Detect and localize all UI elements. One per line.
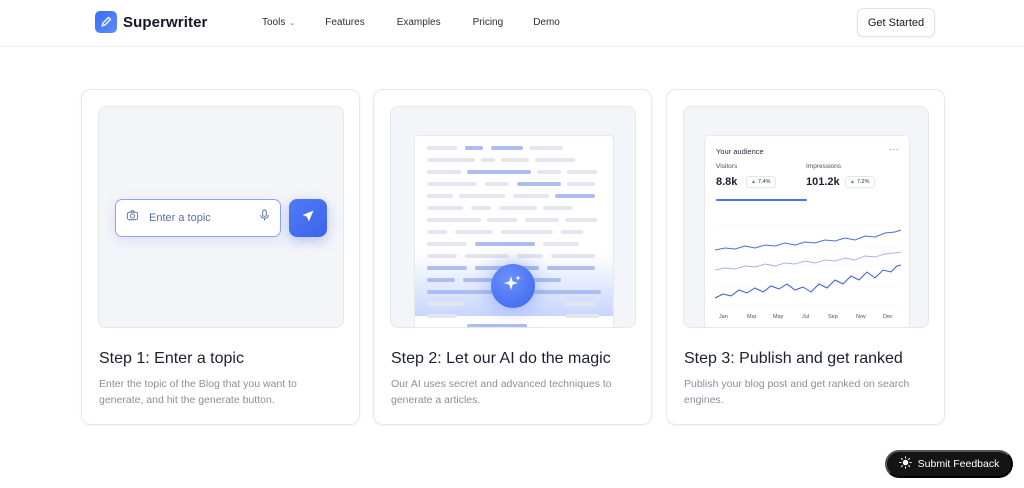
impressions-value: 101.2k	[806, 176, 840, 188]
step-card-1: Enter a topic Step 1: Enter a topic Ente…	[81, 89, 360, 425]
audience-panel: Your audience ··· Visitors 8.8k ▲ 7.4% I…	[704, 135, 910, 327]
sparkle-icon	[502, 273, 524, 300]
nav-examples[interactable]: Examples	[397, 17, 441, 28]
audience-title: Your audience	[716, 147, 764, 156]
trend-up-icon: ▲	[751, 179, 756, 185]
step-1-description: Enter the topic of the Blog that you wan…	[99, 378, 297, 406]
month-label: Sep	[828, 314, 838, 320]
nav-pricing[interactable]: Pricing	[473, 17, 504, 28]
audience-line-chart	[714, 225, 902, 307]
step-3-description: Publish your blog post and get ranked on…	[684, 378, 910, 406]
pen-icon	[95, 11, 117, 33]
chevron-down-icon: ⌄	[289, 19, 296, 27]
visitors-label: Visitors	[716, 163, 738, 170]
nav-tools-label: Tools	[262, 17, 286, 28]
month-label: Jan	[719, 314, 728, 320]
submit-feedback-button[interactable]: Submit Feedback	[885, 450, 1013, 478]
microphone-icon[interactable]	[259, 209, 270, 227]
impressions-change-badge: ▲ 7.2%	[845, 176, 875, 188]
visitors-change-badge: ▲ 7.4%	[746, 176, 776, 188]
lightbulb-icon	[898, 456, 912, 472]
more-options-icon[interactable]: ···	[890, 145, 900, 154]
impressions-label: Impressions	[806, 163, 842, 170]
nav-demo[interactable]: Demo	[533, 17, 560, 28]
brand-logo[interactable]: Superwriter	[95, 11, 207, 33]
month-label: May	[773, 314, 784, 320]
topic-placeholder: Enter a topic	[149, 212, 211, 224]
trend-up-icon: ▲	[850, 179, 855, 185]
step-3-title: Step 3: Publish and get ranked	[684, 350, 903, 367]
nav-pricing-label: Pricing	[472, 17, 504, 28]
month-label: Mar	[747, 314, 757, 320]
brand-name: Superwriter	[123, 13, 208, 31]
topic-input[interactable]: Enter a topic	[115, 199, 281, 237]
main-nav: Tools ⌄ Features Examples Pricing Demo	[262, 17, 560, 28]
step-1-title: Step 1: Enter a topic	[99, 350, 244, 367]
chart-line-bottom	[714, 264, 902, 299]
ai-magic-orb	[491, 264, 535, 308]
chart-line-top	[714, 229, 902, 251]
impressions-change: 7.2%	[856, 179, 870, 185]
step-1-illustration: Enter a topic	[98, 106, 344, 328]
month-label: Jul	[802, 314, 810, 320]
step-card-3: Your audience ··· Visitors 8.8k ▲ 7.4% I…	[666, 89, 945, 425]
chart-line-middle	[714, 251, 902, 271]
month-label: Dec	[883, 314, 893, 320]
nav-tools[interactable]: Tools ⌄	[262, 17, 295, 28]
step-card-2: Step 2: Let our AI do the magic Our AI u…	[373, 89, 652, 425]
step-2-description: Our AI uses secret and advanced techniqu…	[391, 378, 612, 406]
step-2-title: Step 2: Let our AI do the magic	[391, 350, 611, 367]
nav-demo-label: Demo	[533, 17, 560, 28]
step-3-illustration: Your audience ··· Visitors 8.8k ▲ 7.4% I…	[683, 106, 929, 328]
send-icon	[300, 208, 316, 229]
visitors-change: 7.4%	[757, 179, 771, 185]
submit-feedback-label: Submit Feedback	[917, 458, 1000, 470]
active-tab-indicator	[716, 199, 807, 201]
month-label: Nov	[856, 314, 866, 320]
nav-features-label: Features	[325, 17, 365, 28]
get-started-button[interactable]: Get Started	[857, 8, 935, 37]
visitors-value: 8.8k	[716, 176, 738, 188]
top-navbar: Superwriter Tools ⌄ Features Examples Pr…	[0, 0, 1024, 47]
nav-examples-label: Examples	[396, 17, 441, 28]
generate-button[interactable]	[289, 199, 327, 237]
nav-features[interactable]: Features	[325, 17, 364, 28]
camera-icon	[126, 209, 139, 227]
step-2-illustration	[390, 106, 636, 328]
